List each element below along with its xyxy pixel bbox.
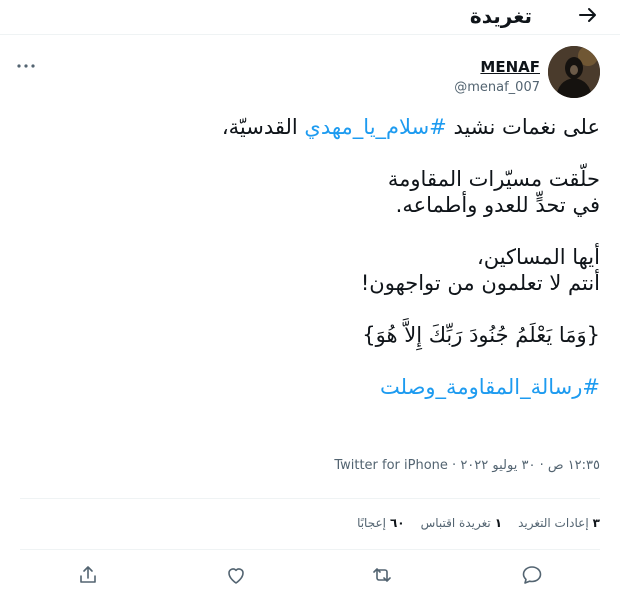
likes-stat[interactable]: ٦٠إعجابًا <box>357 516 405 530</box>
tweet-text: على نغمات نشيد #سلام_يا_مهدي القدسيّة، ح… <box>20 114 600 400</box>
meta-divider <box>20 498 600 499</box>
stats-divider <box>20 549 600 550</box>
tweet-source[interactable]: Twitter for iPhone <box>334 458 448 473</box>
tweet-text-segment: على نغمات نشيد <box>446 115 600 139</box>
tweet-line: حلّقت مسيّرات المقاومة <box>387 167 600 191</box>
tweet-stats: ٣إعادات التغريد ١تغريدة اقتباس ٦٠إعجابًا <box>357 516 600 530</box>
back-arrow-icon[interactable] <box>576 3 600 27</box>
page-title: تغريدة <box>469 4 532 28</box>
tweet-quote-line: {وَمَا يَعْلَمُ جُنُودَ رَبِّكَ إِلاَّ ه… <box>362 323 600 347</box>
share-icon[interactable] <box>76 563 100 587</box>
retweets-stat[interactable]: ٣إعادات التغريد <box>518 516 600 530</box>
tweet-timestamp[interactable]: ١٢:٣٥ ص · ٣٠ يوليو ٢٠٢٢ · <box>448 458 600 473</box>
tweet-line: أيها المساكين، <box>476 245 600 269</box>
retweets-label: إعادات التغريد <box>518 516 589 530</box>
avatar[interactable] <box>548 46 600 98</box>
reply-icon[interactable] <box>520 563 544 587</box>
hashtag-link[interactable]: #سلام_يا_مهدي <box>304 115 446 139</box>
tweet-line: على نغمات نشيد #سلام_يا_مهدي القدسيّة، <box>20 114 600 140</box>
quotes-stat[interactable]: ١تغريدة اقتباس <box>421 516 502 530</box>
like-icon[interactable] <box>224 563 248 587</box>
tweet-text-segment: القدسيّة، <box>221 115 305 139</box>
tweet-meta: ١٢:٣٥ ص · ٣٠ يوليو ٢٠٢٢ · Twitter for iP… <box>334 458 600 473</box>
likes-label: إعجابًا <box>357 516 386 530</box>
user-name[interactable]: MENAF <box>480 58 540 76</box>
header-divider <box>0 34 620 35</box>
tweet-line: في تحدٍّ للعدو وأطماعه. <box>395 193 600 217</box>
likes-count: ٦٠ <box>389 516 405 530</box>
quotes-label: تغريدة اقتباس <box>420 516 491 530</box>
tweet-line: أنتم لا تعلمون من تواجهون! <box>360 271 600 295</box>
user-handle[interactable]: @menaf_007 <box>454 80 540 95</box>
retweets-count: ٣ <box>592 516 600 530</box>
more-icon[interactable] <box>14 56 38 76</box>
hashtag-link[interactable]: #رسالة_المقاومة_وصلت <box>20 374 600 400</box>
quotes-count: ١ <box>494 516 503 530</box>
retweet-icon[interactable] <box>370 563 394 587</box>
